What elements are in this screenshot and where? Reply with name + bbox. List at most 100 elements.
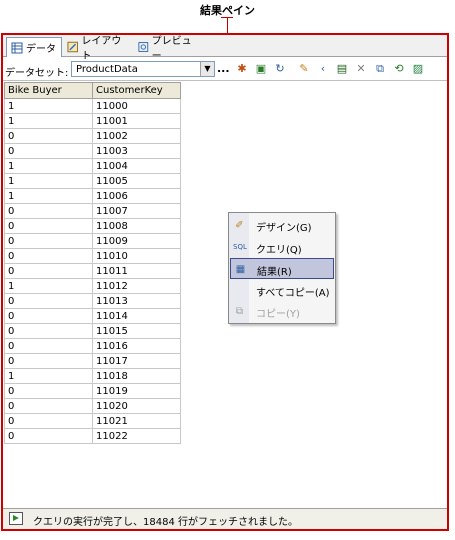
- table-cell[interactable]: 11002: [92, 128, 181, 144]
- table-cell[interactable]: 0: [4, 398, 93, 414]
- table-cell[interactable]: 0: [4, 128, 93, 144]
- table-cell[interactable]: 0: [4, 293, 93, 309]
- column-header[interactable]: Bike Buyer: [4, 82, 93, 99]
- table-row[interactable]: 0 11007: [4, 203, 181, 219]
- table-cell[interactable]: 0: [4, 353, 93, 369]
- table-cell[interactable]: 1: [4, 278, 93, 294]
- run-icon[interactable]: ▤: [335, 62, 349, 76]
- column-header[interactable]: CustomerKey: [92, 82, 181, 99]
- table-cell[interactable]: 11017: [92, 353, 181, 369]
- table-row[interactable]: 0 11014: [4, 308, 181, 324]
- table-cell[interactable]: 11014: [92, 308, 181, 324]
- edit-dataset-icon[interactable]: ▣: [254, 62, 268, 76]
- chart-icon[interactable]: ▨: [411, 62, 425, 76]
- table-cell[interactable]: 11012: [92, 278, 181, 294]
- table-cell[interactable]: 11015: [92, 323, 181, 339]
- table-row[interactable]: 1 11005: [4, 173, 181, 189]
- table-cell[interactable]: 1: [4, 368, 93, 384]
- table-row[interactable]: 1 11004: [4, 158, 181, 174]
- table-cell[interactable]: 0: [4, 233, 93, 249]
- table-cell[interactable]: 11006: [92, 188, 181, 204]
- command-type-icon[interactable]: ✎: [297, 62, 311, 76]
- new-dataset-icon[interactable]: ✱: [235, 62, 249, 76]
- table-cell[interactable]: 0: [4, 323, 93, 339]
- table-cell[interactable]: 11007: [92, 203, 181, 219]
- import-icon[interactable]: ⧉: [373, 62, 387, 76]
- table-cell[interactable]: 11021: [92, 413, 181, 429]
- table-cell[interactable]: 0: [4, 413, 93, 429]
- table-cell[interactable]: 1: [4, 98, 93, 114]
- table-cell[interactable]: 11018: [92, 368, 181, 384]
- menu-item-design[interactable]: ✐ デザイン(G): [230, 215, 334, 236]
- results-grid[interactable]: Bike Buyer CustomerKey 1 11000 1 11001 0 11002…: [4, 82, 181, 444]
- table-cell[interactable]: 0: [4, 143, 93, 159]
- table-row[interactable]: 1 11000: [4, 98, 181, 114]
- table-cell[interactable]: 11003: [92, 143, 181, 159]
- tab-data[interactable]: データ: [6, 37, 62, 57]
- table-row[interactable]: 0 11021: [4, 413, 181, 429]
- table-cell[interactable]: 0: [4, 248, 93, 264]
- tab-preview[interactable]: プレビュー: [134, 36, 200, 62]
- table-row[interactable]: 0 11017: [4, 353, 181, 369]
- generic-query-icon[interactable]: ‹: [316, 62, 330, 76]
- table-cell[interactable]: 11013: [92, 293, 181, 309]
- table-cell[interactable]: 0: [4, 428, 93, 444]
- table-row[interactable]: 0 11002: [4, 128, 181, 144]
- table-row[interactable]: 0 11015: [4, 323, 181, 339]
- results-pane-frame: データ レイアウト プレビュー データセット: ProductData ▼ ..…: [1, 33, 449, 531]
- dataset-select[interactable]: ProductData ▼: [71, 61, 215, 77]
- table-row[interactable]: 1 11012: [4, 278, 181, 294]
- table-row[interactable]: 0 11022: [4, 428, 181, 444]
- table-cell[interactable]: 0: [4, 263, 93, 279]
- results-pane-callout: 結果ペイン: [200, 4, 255, 17]
- table-row[interactable]: 0 11016: [4, 338, 181, 354]
- table-row[interactable]: 0 11009: [4, 233, 181, 249]
- table-cell[interactable]: 11022: [92, 428, 181, 444]
- table-cell[interactable]: 0: [4, 203, 93, 219]
- query-icon: SQL: [233, 243, 247, 251]
- dataset-browse-button[interactable]: ...: [217, 62, 230, 75]
- menu-item-query[interactable]: SQL クエリ(Q): [230, 237, 334, 258]
- table-cell[interactable]: 11010: [92, 248, 181, 264]
- table-cell[interactable]: 1: [4, 173, 93, 189]
- table-row[interactable]: 0 11008: [4, 218, 181, 234]
- table-row[interactable]: 0 11020: [4, 398, 181, 414]
- chevron-down-icon[interactable]: ▼: [200, 62, 214, 76]
- table-cell[interactable]: 11000: [92, 98, 181, 114]
- copy-icon: ⧉: [235, 306, 244, 317]
- menu-item-copy-all[interactable]: すべてコピー(A): [230, 280, 334, 301]
- data-icon: [11, 42, 23, 53]
- table-cell[interactable]: 11020: [92, 398, 181, 414]
- table-cell[interactable]: 11011: [92, 263, 181, 279]
- table-row[interactable]: 0 11013: [4, 293, 181, 309]
- table-cell[interactable]: 11001: [92, 113, 181, 129]
- table-cell[interactable]: 1: [4, 188, 93, 204]
- table-cell[interactable]: 0: [4, 218, 93, 234]
- menu-item-results[interactable]: ▦ 結果(R): [230, 258, 334, 279]
- table-row[interactable]: 0 11011: [4, 263, 181, 279]
- table-cell[interactable]: 11016: [92, 338, 181, 354]
- table-cell[interactable]: 11008: [92, 218, 181, 234]
- table-cell[interactable]: 11004: [92, 158, 181, 174]
- table-cell[interactable]: 1: [4, 158, 93, 174]
- table-row[interactable]: 1 11018: [4, 368, 181, 384]
- table-row[interactable]: 0 11019: [4, 383, 181, 399]
- table-row[interactable]: 1 11001: [4, 113, 181, 129]
- delete-icon[interactable]: ✕: [354, 62, 368, 76]
- table-cell[interactable]: 0: [4, 383, 93, 399]
- table-cell[interactable]: 11005: [92, 173, 181, 189]
- prepare-icon[interactable]: ⟲: [392, 62, 406, 76]
- table-row[interactable]: 1 11006: [4, 188, 181, 204]
- table-cell[interactable]: 11019: [92, 383, 181, 399]
- menu-item-copy[interactable]: ⧉ コピー(Y): [230, 301, 334, 322]
- tab-layout-label: レイアウト: [81, 35, 122, 62]
- tab-layout[interactable]: レイアウト: [63, 36, 133, 62]
- refresh-fields-icon[interactable]: ↻: [273, 62, 287, 76]
- table-cell[interactable]: 1: [4, 113, 93, 129]
- table-row[interactable]: 0 11010: [4, 248, 181, 264]
- table-cell[interactable]: 11009: [92, 233, 181, 249]
- table-cell[interactable]: 0: [4, 308, 93, 324]
- table-row[interactable]: 0 11003: [4, 143, 181, 159]
- context-menu: ✐ デザイン(G) SQL クエリ(Q) ▦ 結果(R) すべてコピー(A) ⧉…: [228, 212, 336, 324]
- table-cell[interactable]: 0: [4, 338, 93, 354]
